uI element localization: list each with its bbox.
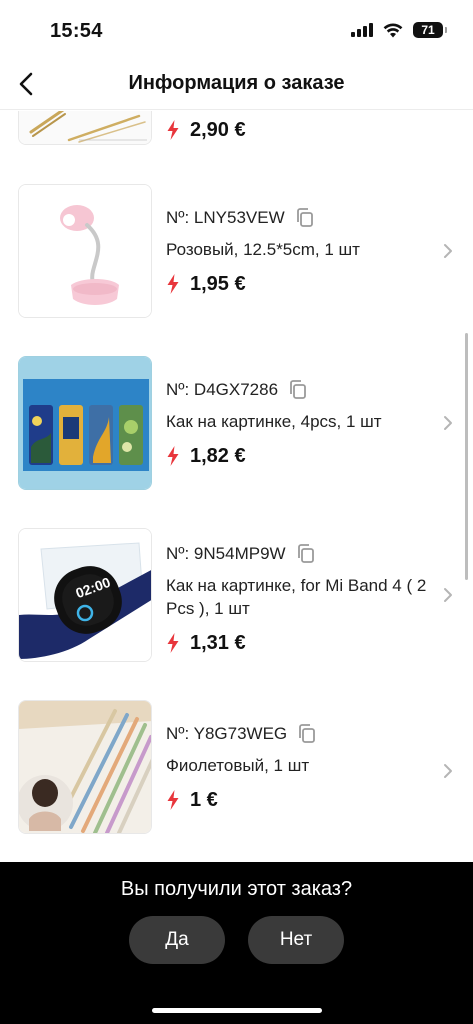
- status-icons: 71: [351, 22, 447, 38]
- item-price: 1,95 €: [190, 272, 246, 295]
- lightning-icon: [166, 446, 180, 466]
- scrollbar[interactable]: [465, 333, 468, 580]
- copy-icon[interactable]: [297, 724, 317, 744]
- battery-icon: 71: [413, 22, 447, 38]
- price-row: 1,31 €: [166, 628, 433, 658]
- item-price: 2,90 €: [190, 118, 246, 141]
- product-thumbnail-gold-hair-pins: [18, 111, 152, 145]
- header: Информация о заказе: [0, 60, 473, 110]
- sku-row: Nº: Y8G73WEG: [166, 722, 433, 746]
- prompt-question: Вы получили этот заказ?: [120, 878, 353, 900]
- item-info: Nº: Y8G73WEG Фиолетовый, 1 шт 1 €: [166, 722, 433, 815]
- item-price: 1 €: [190, 788, 218, 811]
- sku-row: Nº: D4GX7286: [166, 378, 433, 402]
- chevron-right-icon[interactable]: [441, 242, 455, 260]
- item-info: Nº: LNY53VEW Розовый, 12.5*5cm, 1 шт 1,9…: [166, 206, 433, 299]
- chevron-right-icon[interactable]: [441, 414, 455, 432]
- item-price: 1,31 €: [190, 631, 246, 654]
- item-sku: Nº: 9N54MP9W: [166, 544, 286, 563]
- lightning-icon: [166, 274, 180, 294]
- no-button[interactable]: Нет: [248, 916, 344, 964]
- lightning-icon: [166, 120, 180, 140]
- price-row: 1,82 €: [166, 441, 433, 471]
- yes-button[interactable]: Да: [129, 916, 225, 964]
- product-thumbnail-mi-band-screen-protector: 02:00: [18, 528, 152, 662]
- list-item[interactable]: 2,90 €: [0, 111, 473, 145]
- list-item[interactable]: Nº: LNY53VEW Розовый, 12.5*5cm, 1 шт 1,9…: [0, 184, 473, 318]
- list-item[interactable]: 02:00 Nº: 9N54MP9W Как на картинке, for …: [0, 528, 473, 662]
- sku-row: Nº: 9N54MP9W: [166, 542, 433, 566]
- lightning-icon: [166, 790, 180, 810]
- order-items-list: 2,90 € Nº: LNY53VEW Розовый, 12.5*5cm, 1…: [0, 111, 473, 862]
- status-bar: 15:54 71: [0, 0, 473, 60]
- item-info: Nº: 9N54MP9W Как на картинке, for Mi Ban…: [166, 542, 433, 658]
- wifi-icon: [383, 23, 403, 37]
- list-item[interactable]: Nº: D4GX7286 Как на картинке, 4pcs, 1 шт…: [0, 356, 473, 490]
- item-sku: Nº: Y8G73WEG: [166, 724, 288, 743]
- order-received-prompt: Вы получили этот заказ? Да Нет: [0, 862, 473, 1024]
- item-variant: Розовый, 12.5*5cm, 1 шт: [166, 240, 360, 259]
- item-price: 1,82 €: [190, 444, 246, 467]
- price-row: 1 €: [166, 785, 433, 815]
- item-variant: Как на картинке, for Mi Band 4 ( 2 Pcs )…: [166, 576, 427, 618]
- copy-icon[interactable]: [295, 208, 315, 228]
- item-variant: Как на картинке, 4pcs, 1 шт: [166, 412, 382, 431]
- item-sku: Nº: D4GX7286: [166, 380, 279, 399]
- price-row: 1,95 €: [166, 269, 433, 299]
- page-title: Информация о заказе: [128, 72, 345, 94]
- item-info: Nº: D4GX7286 Как на картинке, 4pcs, 1 шт…: [166, 378, 433, 471]
- product-thumbnail-pink-clip-lamp: [18, 184, 152, 318]
- cellular-signal-icon: [351, 23, 373, 37]
- chevron-right-icon[interactable]: [441, 586, 455, 604]
- item-info: 2,90 €: [166, 115, 433, 145]
- price-row: 2,90 €: [166, 115, 433, 145]
- list-item[interactable]: Nº: Y8G73WEG Фиолетовый, 1 шт 1 €: [0, 700, 473, 834]
- chevron-right-icon[interactable]: [441, 762, 455, 780]
- sku-row: Nº: LNY53VEW: [166, 206, 433, 230]
- status-time: 15:54: [50, 20, 103, 42]
- copy-icon[interactable]: [288, 380, 308, 400]
- product-thumbnail-van-gogh-bookmarks: [18, 356, 152, 490]
- home-indicator: [152, 1008, 322, 1013]
- item-sku: Nº: LNY53VEW: [166, 208, 285, 227]
- product-thumbnail-hair-sticks: [18, 700, 152, 834]
- lightning-icon: [166, 633, 180, 653]
- item-variant: Фиолетовый, 1 шт: [166, 756, 310, 775]
- copy-icon[interactable]: [296, 544, 316, 564]
